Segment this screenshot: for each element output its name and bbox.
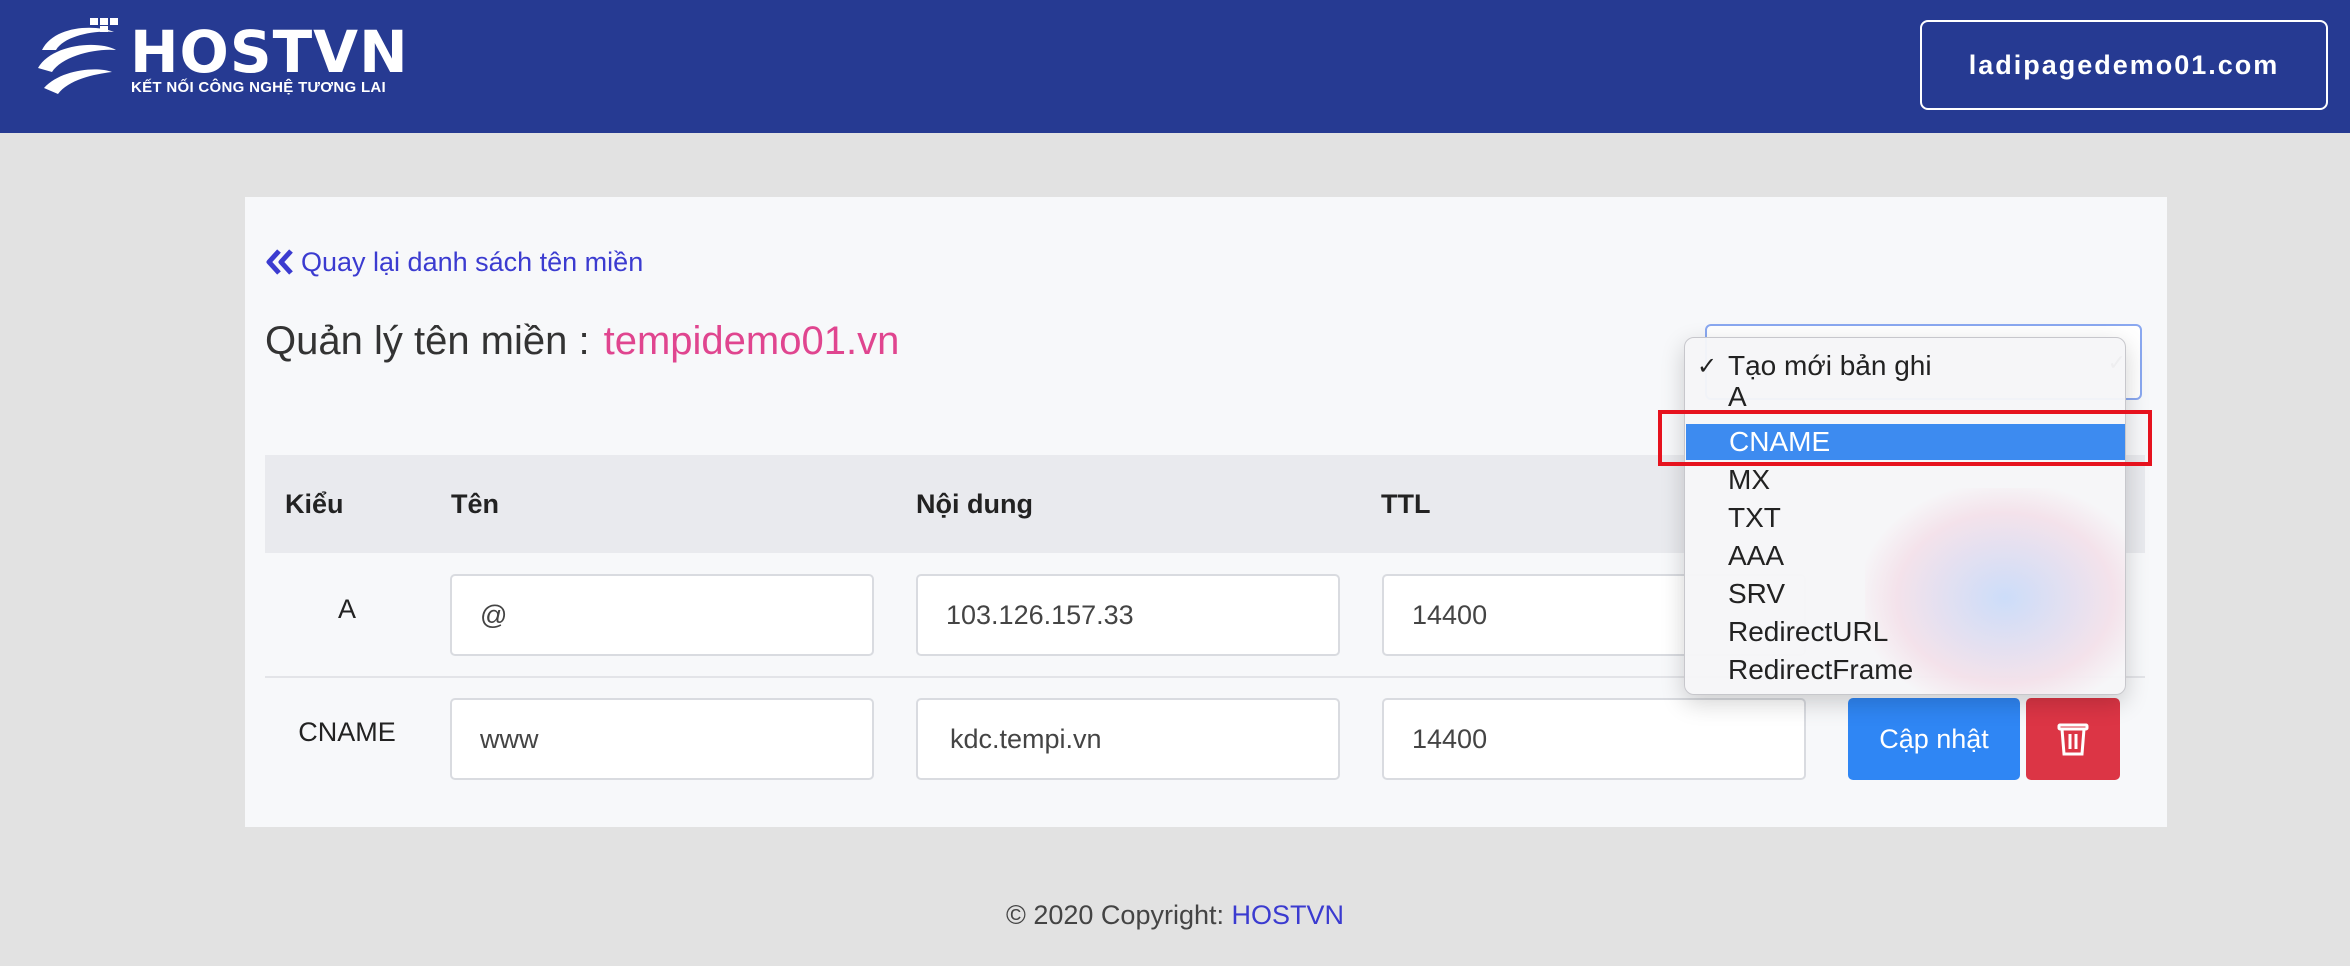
footer-copyright: © 2020 Copyright: (1005, 900, 1224, 930)
option-label: RedirectURL (1728, 616, 1889, 647)
back-link-label: Quay lại danh sách tên miền (301, 246, 644, 277)
row-cname-name-input[interactable]: www (450, 698, 874, 780)
hostvn-logo[interactable]: HOSTVN KẾT NỐI CÔNG NGHỆ TƯƠNG LAI (34, 16, 408, 106)
option-label: AAA (1728, 540, 1785, 571)
highlight-annotation-box (1658, 410, 2152, 466)
row-cname-ttl-input[interactable]: 14400 (1382, 698, 1806, 780)
option-aaa[interactable]: AAA (1685, 538, 2125, 574)
option-create-record[interactable]: ✓ Tạo mới bản ghi (1685, 348, 2125, 384)
option-redirectframe[interactable]: RedirectFrame (1685, 652, 2125, 688)
row-cname-content-input[interactable]: kdc.tempi.vn (916, 698, 1340, 780)
page-title-label: Quản lý tên miền : (265, 319, 590, 363)
checkmark-icon: ✓ (1697, 352, 1718, 380)
record-type-dropdown-menu[interactable]: ✓ Tạo mới bản ghi A CNAME MX TXT AAA SRV… (1684, 337, 2126, 695)
header-ttl: TTL (1381, 488, 1431, 519)
header-content: Nội dung (916, 488, 1033, 519)
account-domain-button[interactable]: ladipagedemo01.com (1920, 20, 2328, 110)
option-label: A (1728, 384, 1747, 410)
row-a-type: A (337, 594, 356, 624)
option-label: Tạo mới bản ghi (1728, 350, 1932, 381)
logo-tagline: KẾT NỐI CÔNG NGHỆ TƯƠNG LAI (131, 79, 387, 96)
trash-icon (2057, 723, 2089, 756)
logo-name: HOSTVN (130, 18, 409, 86)
row-a-name-input[interactable]: @ (450, 574, 874, 656)
option-label: TXT (1728, 502, 1781, 533)
header-name: Tên (451, 488, 500, 519)
double-chevron-left-icon (266, 249, 293, 275)
option-label: RedirectFrame (1728, 654, 1914, 685)
option-a[interactable]: A (1685, 384, 2125, 410)
header-type: Kiểu (285, 488, 344, 519)
footer-brand-link[interactable]: HOSTVN (1232, 900, 1345, 930)
page-title-domain: tempidemo01.vn (603, 319, 900, 363)
option-mx[interactable]: MX (1685, 462, 2125, 498)
update-button[interactable]: Cập nhật (1848, 698, 2020, 780)
delete-button[interactable] (2026, 698, 2120, 780)
logo-swirl-icon (38, 18, 118, 94)
option-label: MX (1728, 464, 1770, 495)
page-title: Quản lý tên miền : tempidemo01.vn (265, 319, 899, 364)
row-a-content-input[interactable]: 103.126.157.33 (916, 574, 1340, 656)
row-cname-type: CNAME (298, 717, 396, 747)
option-label: SRV (1728, 578, 1786, 609)
back-to-domain-list-link[interactable]: Quay lại danh sách tên miền (265, 242, 643, 282)
top-header: HOSTVN KẾT NỐI CÔNG NGHỆ TƯƠNG LAI ladip… (0, 0, 2350, 133)
option-srv[interactable]: SRV (1685, 576, 2125, 612)
footer: © 2020 Copyright: HOSTVN (0, 900, 2350, 931)
option-redirecturl[interactable]: RedirectURL (1685, 614, 2125, 650)
option-txt[interactable]: TXT (1685, 500, 2125, 536)
